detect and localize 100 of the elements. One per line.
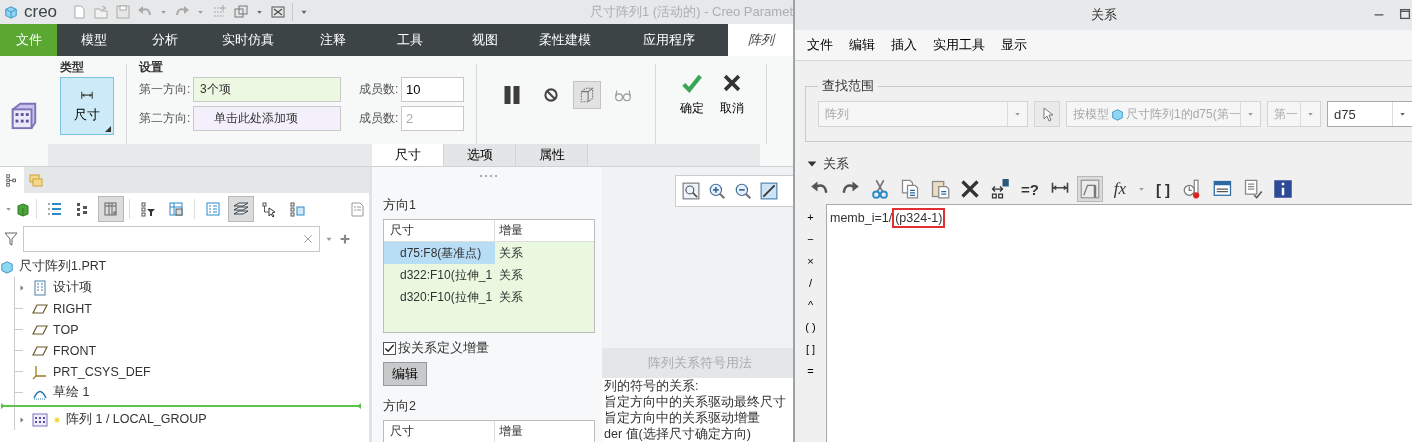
relations-editor[interactable]: memb_i=1/ (p324-1): [826, 204, 1412, 442]
checkbox-label: 按关系定义增量: [398, 340, 489, 357]
tree-item[interactable]: PRT_CSYS_DEF: [53, 364, 151, 379]
dashboard-tab[interactable]: 尺寸: [372, 144, 444, 166]
ribbon-tab[interactable]: 模型: [57, 24, 130, 56]
table-cell[interactable]: d322:F10(拉伸_1: [384, 264, 495, 286]
add-icon[interactable]: [338, 232, 352, 246]
list-icon: [32, 279, 48, 296]
checklist-icon: [1243, 179, 1263, 199]
layers-icon: [233, 201, 249, 217]
layers-button[interactable]: [228, 196, 254, 222]
zoom-fit-icon[interactable]: [682, 182, 700, 200]
ribbon-tab[interactable]: 应用程序: [610, 24, 728, 56]
part-icon: [0, 259, 14, 274]
ribbon-tab[interactable]: 柔性建模: [520, 24, 610, 56]
filter-icon[interactable]: [3, 230, 19, 248]
menu-item[interactable]: 实用工具: [925, 36, 993, 54]
close-window-icon[interactable]: [270, 4, 287, 20]
scissors-icon: [870, 179, 890, 199]
operator-button[interactable]: ×: [807, 250, 814, 272]
type-button[interactable]: 尺寸: [60, 77, 114, 135]
confirm-button[interactable]: 确定: [676, 70, 708, 145]
member-count-field[interactable]: 10: [401, 77, 464, 102]
clear-icon[interactable]: [303, 234, 313, 244]
pick-button[interactable]: [1034, 101, 1060, 127]
search-field[interactable]: [23, 226, 320, 252]
direction-field[interactable]: 单击此处添加项: [193, 106, 341, 131]
operator-button[interactable]: [ ]: [805, 338, 816, 360]
tree-item[interactable]: 阵列 1 / LOCAL_GROUP: [66, 411, 207, 428]
tree-item[interactable]: TOP: [53, 322, 79, 337]
ribbon-tab[interactable]: 视图: [450, 24, 520, 56]
field-label: 成员数:: [359, 81, 400, 98]
edit-button[interactable]: 编辑: [383, 362, 427, 386]
grip-icon[interactable]: [480, 174, 497, 178]
table-cell[interactable]: d75:F8(基准点): [384, 242, 495, 264]
menu-item[interactable]: 编辑: [841, 36, 883, 54]
field-label: 成员数:: [359, 110, 400, 127]
tree-item[interactable]: 尺寸阵列1.PRT: [19, 258, 107, 275]
copy-icon: [900, 179, 920, 199]
window-list-icon: [1213, 179, 1233, 199]
tree-tab[interactable]: [0, 167, 24, 193]
windows-icon[interactable]: [233, 4, 250, 20]
group-title: 查找范围: [821, 78, 875, 95]
panel-title: 阵列关系符号用法: [602, 348, 793, 378]
collapse-arrow-icon[interactable]: [807, 159, 817, 169]
no-entry-icon: [542, 86, 560, 104]
code-text: memb_i=1/: [830, 210, 893, 226]
dropdown-value: d75: [1334, 106, 1356, 122]
menu-item[interactable]: 显示: [993, 36, 1035, 54]
operator-button[interactable]: −: [807, 228, 814, 250]
tree-item[interactable]: 设计项: [53, 279, 92, 296]
dashboard-tab[interactable]: 选项: [444, 144, 516, 166]
operator-button[interactable]: ( ): [805, 316, 816, 338]
column-header: 尺寸: [384, 421, 495, 442]
table-icon: [1080, 179, 1100, 199]
tree-item[interactable]: 草绘 1: [53, 384, 90, 401]
tree-item[interactable]: RIGHT: [53, 301, 92, 316]
paste-icon: [930, 179, 950, 199]
cancel-button[interactable]: 取消: [718, 70, 746, 145]
field-label: 第二方向:: [139, 110, 192, 127]
zoom-in-icon[interactable]: [708, 182, 726, 200]
insert-line[interactable]: [1, 403, 361, 409]
toolbar-button[interactable]: [ ]: [1150, 176, 1176, 202]
save-icon[interactable]: [115, 4, 132, 20]
dropdown[interactable]: d75: [1327, 101, 1412, 127]
close-icon: [721, 72, 743, 94]
pattern-icon: [32, 411, 48, 428]
operator-button[interactable]: /: [808, 272, 813, 294]
notes-icon[interactable]: [349, 201, 365, 217]
operator-button[interactable]: =: [807, 360, 814, 382]
ribbon-tab[interactable]: 工具: [370, 24, 450, 56]
toolbar-button[interactable]: =?: [1017, 176, 1043, 202]
operator-button[interactable]: +: [807, 206, 814, 228]
cube-menu-icon[interactable]: [15, 201, 31, 217]
repaint-icon[interactable]: [760, 182, 778, 200]
ribbon-tab[interactable]: 注释: [295, 24, 370, 56]
pattern-grid-icon[interactable]: [9, 100, 39, 130]
ribbon-tab[interactable]: 分析: [130, 24, 200, 56]
folders-icon: [28, 172, 44, 188]
table-cell[interactable]: d320:F10(拉伸_1: [384, 286, 495, 308]
checkbox[interactable]: [383, 342, 396, 355]
wireframe-box-button[interactable]: [573, 81, 601, 109]
direction-field[interactable]: 3个项: [193, 77, 341, 102]
column-header: 增量: [498, 423, 524, 440]
help-text: 旨定方向中的关系驱动增量: [603, 410, 761, 426]
menu-item[interactable]: 插入: [883, 36, 925, 54]
maximize-icon[interactable]: [1398, 7, 1412, 21]
function-button[interactable]: fx: [1107, 176, 1133, 202]
zoom-out-icon[interactable]: [734, 182, 752, 200]
part-icon: [1111, 107, 1124, 121]
operator-button[interactable]: ^: [807, 294, 814, 316]
menu-item[interactable]: 文件: [799, 36, 841, 54]
table-button[interactable]: [1077, 176, 1103, 202]
help-text: der 值(选择尺寸确定方向): [603, 426, 752, 442]
tree-item[interactable]: FRONT: [53, 343, 97, 358]
ribbon-tab[interactable]: 实时仿真: [200, 24, 295, 56]
dropdown-value: 第一: [1274, 105, 1298, 123]
ribbon-tab[interactable]: 阵列: [728, 24, 793, 56]
corner-icon: [105, 126, 111, 132]
dashboard-tab[interactable]: 属性: [516, 144, 588, 166]
